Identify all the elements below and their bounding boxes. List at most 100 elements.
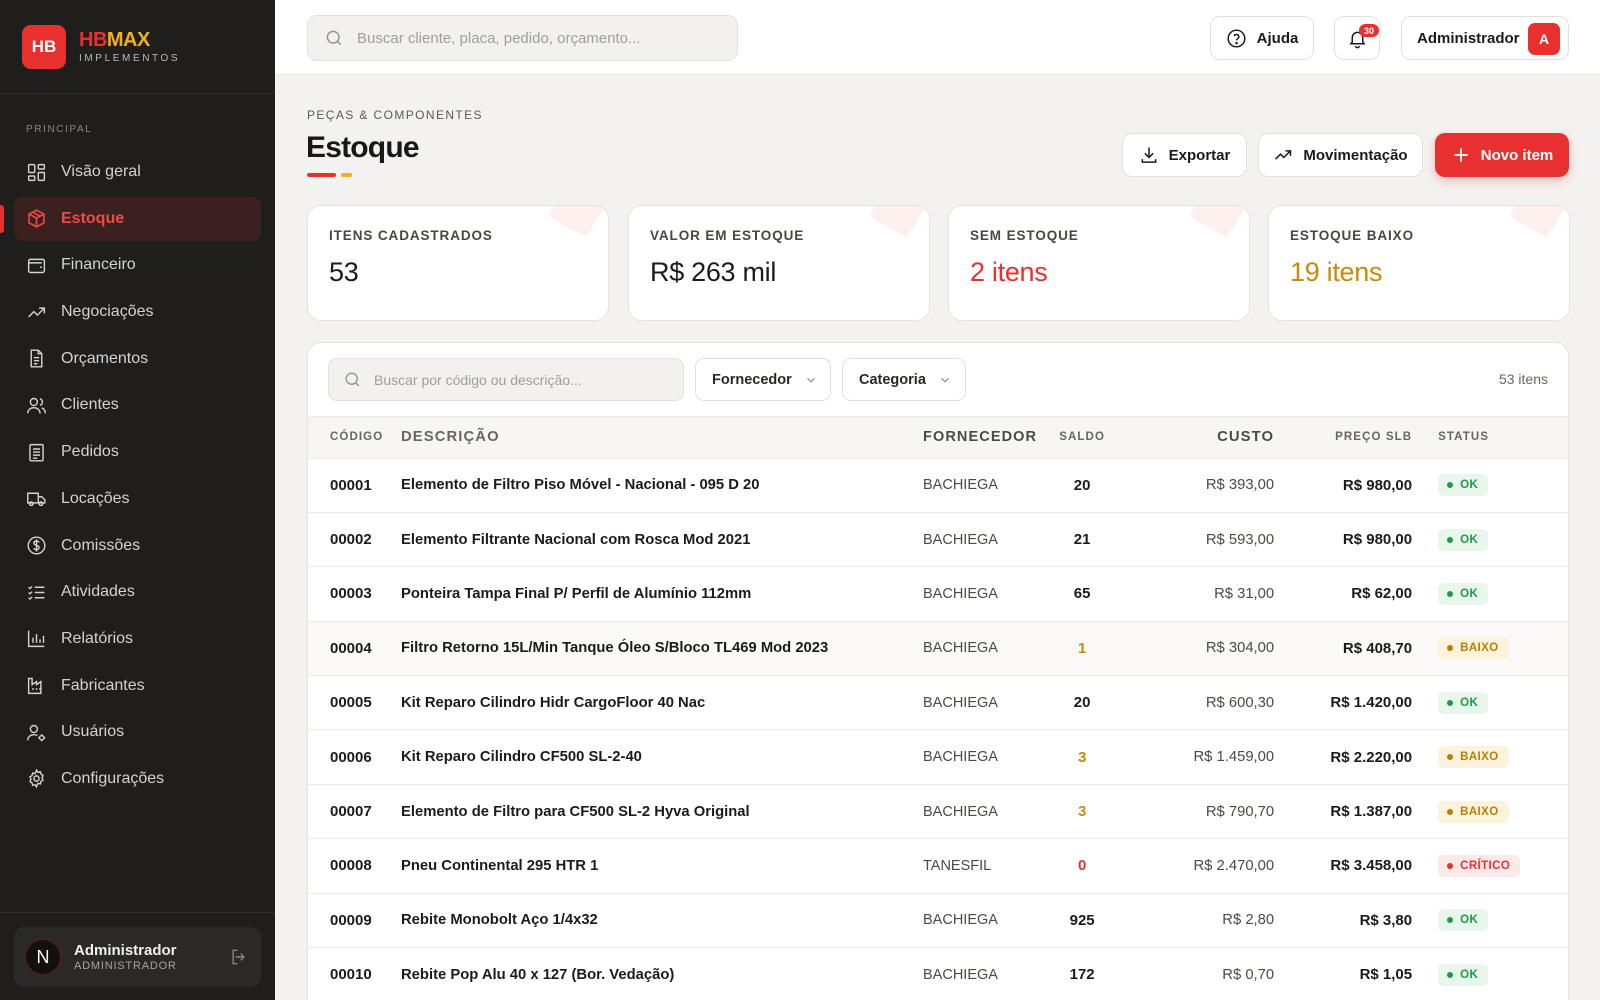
underline-yellow-segment bbox=[341, 173, 352, 177]
table-body: 00001 Elemento de Filtro Piso Móvel - Nac… bbox=[308, 458, 1568, 1000]
help-button[interactable]: Ajuda bbox=[1210, 16, 1314, 60]
table-row[interactable]: 00010 Rebite Pop Alu 40 x 127 (Bor. Vedaç… bbox=[308, 947, 1568, 1000]
cell-cost: R$ 790,70 bbox=[1127, 784, 1275, 840]
user-settings-icon bbox=[27, 724, 46, 741]
sidebar-item-comissoes[interactable]: Comissões bbox=[14, 524, 261, 568]
column-header-cost[interactable]: CUSTO bbox=[1127, 417, 1275, 459]
cell-cost: R$ 593,00 bbox=[1127, 512, 1275, 568]
cell-status: BAIXO bbox=[1412, 729, 1568, 785]
sidebar-item-fabricantes[interactable]: Fabricantes bbox=[14, 664, 261, 708]
global-search[interactable] bbox=[307, 15, 738, 61]
cell-code: 00008 bbox=[308, 838, 401, 894]
column-header-code[interactable]: CÓDIGO bbox=[308, 417, 401, 459]
cell-description: Kit Reparo Cilindro Hidr CargoFloor 40 N… bbox=[401, 675, 923, 731]
table-row[interactable]: 00001 Elemento de Filtro Piso Móvel - Nac… bbox=[308, 458, 1568, 513]
table-row[interactable]: 00006 Kit Reparo Cilindro CF500 SL-2-40 BA… bbox=[308, 729, 1568, 785]
supplier-select[interactable]: Fornecedor bbox=[695, 358, 831, 401]
table-row[interactable]: 00008 Pneu Continental 295 HTR 1 TANESFIL 0… bbox=[308, 838, 1568, 894]
column-header-supplier[interactable]: FORNECEDOR bbox=[923, 417, 1038, 459]
sidebar-item-label: Configurações bbox=[61, 769, 165, 787]
cell-code: 00002 bbox=[308, 512, 401, 568]
table-row[interactable]: 00007 Elemento de Filtro para CF500 SL-2 … bbox=[308, 784, 1568, 840]
global-search-input[interactable] bbox=[357, 29, 717, 47]
status-badge: OK bbox=[1438, 963, 1489, 986]
kpi-label: ITENS CADASTRADOS bbox=[329, 228, 493, 243]
sidebar-item-negociacoes[interactable]: Negociações bbox=[14, 290, 261, 334]
trend-icon bbox=[28, 306, 46, 317]
cell-status: OK bbox=[1412, 458, 1568, 513]
kpi-card-out-of-stock: SEM ESTOQUE 2 itens bbox=[948, 205, 1250, 321]
sidebar-item-atividades[interactable]: Atividades bbox=[14, 570, 261, 614]
cell-cost: R$ 0,70 bbox=[1127, 947, 1275, 1000]
table-search-input[interactable] bbox=[374, 371, 664, 388]
kpi-label: SEM ESTOQUE bbox=[970, 228, 1079, 243]
sidebar-item-estoque[interactable]: Estoque bbox=[0, 196, 261, 241]
cell-code: 00005 bbox=[308, 675, 401, 731]
cell-balance: 172 bbox=[1037, 947, 1128, 1000]
user-card[interactable]: N Administrador ADMINISTRADOR bbox=[14, 927, 261, 987]
table-row[interactable]: 00002 Elemento Filtrante Nacional com Ros… bbox=[308, 512, 1568, 568]
table-row[interactable]: 00004 Filtro Retorno 15L/Min Tanque Óleo … bbox=[308, 621, 1568, 677]
cell-supplier: BACHIEGA bbox=[923, 947, 1038, 1000]
brand[interactable]: HB HBMAX IMPLEMENTOS bbox=[0, 0, 275, 94]
chevron-down-icon bbox=[806, 377, 815, 383]
gear-icon bbox=[29, 769, 44, 789]
trend-icon bbox=[1275, 150, 1292, 160]
column-header-price[interactable]: PREÇO SLB bbox=[1274, 417, 1413, 459]
cell-cost: R$ 304,00 bbox=[1127, 621, 1275, 677]
factory-icon bbox=[27, 677, 42, 695]
cell-description: Elemento Filtrante Nacional com Rosca Mo… bbox=[401, 512, 923, 568]
cell-balance: 0 bbox=[1037, 838, 1128, 894]
sidebar-footer: N Administrador ADMINISTRADOR bbox=[0, 912, 275, 1000]
account-menu-button[interactable]: Administrador A bbox=[1401, 16, 1569, 60]
search-icon bbox=[326, 30, 342, 46]
table-row[interactable]: 00009 Rebite Monobolt Aço 1/4x32 BACHIEGA 9… bbox=[308, 893, 1568, 949]
topbar: Ajuda 30 Administrador A bbox=[275, 0, 1600, 75]
table-search[interactable] bbox=[328, 358, 684, 401]
sidebar-item-label: Fabricantes bbox=[61, 676, 145, 694]
cell-supplier: BACHIEGA bbox=[923, 675, 1038, 731]
cell-supplier: BACHIEGA bbox=[923, 784, 1038, 840]
sidebar-item-usuarios[interactable]: Usuários bbox=[14, 710, 261, 754]
export-button[interactable]: Exportar bbox=[1122, 133, 1247, 177]
movement-button-label: Movimentação bbox=[1303, 146, 1408, 164]
nav-section-label: PRINCIPAL bbox=[26, 124, 93, 135]
cell-supplier: BACHIEGA bbox=[923, 512, 1038, 568]
cell-code: 00003 bbox=[308, 566, 401, 622]
kpi-card-stock-value: VALOR EM ESTOQUE R$ 263 mil bbox=[628, 205, 930, 321]
column-header-balance[interactable]: SALDO bbox=[1037, 417, 1128, 459]
notifications-button[interactable]: 30 bbox=[1334, 16, 1380, 60]
category-select-label: Categoria bbox=[859, 371, 926, 388]
sidebar-item-label: Negociações bbox=[61, 303, 154, 321]
cell-description: Ponteira Tampa Final P/ Perfil de Alumín… bbox=[401, 566, 923, 622]
kpi-label: VALOR EM ESTOQUE bbox=[650, 228, 805, 243]
notifications-count-badge: 30 bbox=[1359, 24, 1379, 37]
sidebar-item-clientes[interactable]: Clientes bbox=[14, 383, 261, 427]
kpi-card-low-stock: ESTOQUE BAIXO 19 itens bbox=[1268, 205, 1570, 321]
table-row[interactable]: 00005 Kit Reparo Cilindro Hidr CargoFloor… bbox=[308, 675, 1568, 731]
cell-price: R$ 2.220,00 bbox=[1274, 729, 1413, 785]
cell-status: OK bbox=[1412, 675, 1568, 731]
sidebar-item-orcamentos[interactable]: Orçamentos bbox=[14, 337, 261, 381]
table-row[interactable]: 00003 Ponteira Tampa Final P/ Perfil de A… bbox=[308, 566, 1568, 622]
status-badge: OK bbox=[1438, 474, 1489, 497]
sidebar-item-locacoes[interactable]: Locações bbox=[14, 477, 261, 521]
column-header-status[interactable]: STATUS bbox=[1412, 417, 1568, 459]
sidebar-item-configuracoes[interactable]: Configurações bbox=[14, 757, 261, 801]
column-header-description[interactable]: DESCRIÇÃO bbox=[401, 417, 923, 459]
sidebar-item-visao-geral[interactable]: Visão geral bbox=[14, 150, 261, 194]
sidebar-item-pedidos[interactable]: Pedidos bbox=[14, 430, 261, 474]
cell-status: OK bbox=[1412, 893, 1568, 949]
category-select[interactable]: Categoria bbox=[842, 358, 966, 401]
new-item-button[interactable]: Novo item bbox=[1435, 133, 1569, 177]
movement-button[interactable]: Movimentação bbox=[1258, 133, 1423, 177]
logout-icon[interactable] bbox=[229, 947, 249, 967]
cell-balance: 65 bbox=[1037, 566, 1128, 622]
cell-description: Elemento de Filtro para CF500 SL-2 Hyva … bbox=[401, 784, 923, 840]
cell-status: CRÍTICO bbox=[1412, 838, 1568, 894]
sidebar-item-financeiro[interactable]: Financeiro bbox=[14, 243, 261, 287]
wallet-icon bbox=[27, 258, 46, 274]
cell-cost: R$ 31,00 bbox=[1127, 566, 1275, 622]
search-icon bbox=[345, 372, 360, 387]
sidebar-item-relatorios[interactable]: Relatórios bbox=[14, 617, 261, 661]
